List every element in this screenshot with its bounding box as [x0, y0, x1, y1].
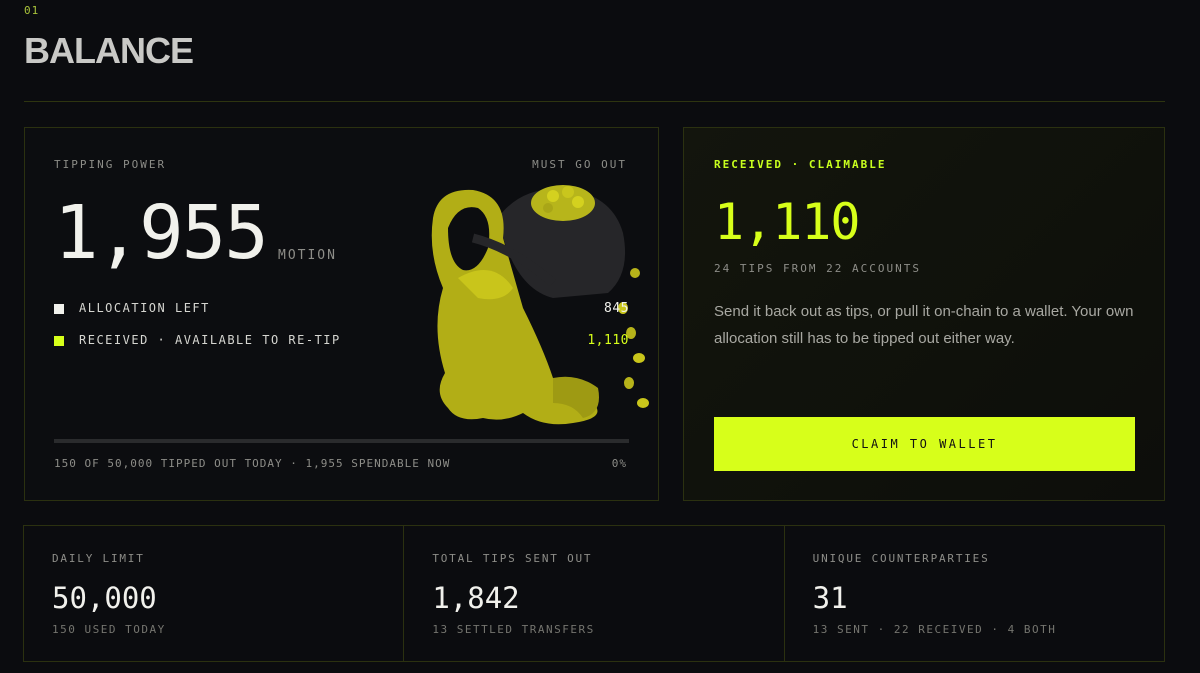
stat-daily-limit: DAILY LIMIT 50,000 150 USED TODAY — [24, 526, 405, 661]
page-title: BALANCE — [24, 30, 194, 71]
title-divider — [24, 101, 1165, 102]
legend-swatch-received — [54, 336, 64, 346]
stat-label: TOTAL TIPS SENT OUT — [432, 552, 593, 565]
received-label: RECEIVED · CLAIMABLE — [714, 158, 887, 171]
stat-sub: 13 SETTLED TRANSFERS — [432, 623, 595, 636]
balance-page: 01 BALANCE TIPPING POWER MUST GO OUT 1,9… — [0, 0, 1200, 673]
received-claimable-card: RECEIVED · CLAIMABLE 1,110 24 TIPS FROM … — [683, 127, 1165, 501]
tipped-out-footer: 150 OF 50,000 TIPPED OUT TODAY · 1,955 S… — [54, 457, 451, 470]
legend-received-value: 1,110 — [587, 333, 629, 348]
legend-allocation-label: ALLOCATION LEFT — [79, 301, 210, 315]
tipping-power-card: TIPPING POWER MUST GO OUT 1,955 MOTION A… — [24, 127, 659, 501]
legend-received-label: RECEIVED · AVAILABLE TO RE-TIP — [79, 333, 341, 347]
stat-value: 50,000 — [52, 581, 157, 615]
received-description: Send it back out as tips, or pull it on-… — [714, 303, 1134, 347]
stat-sub: 150 USED TODAY — [52, 623, 166, 636]
legend-allocation-left: ALLOCATION LEFT 845 — [54, 301, 629, 317]
stat-label: UNIQUE COUNTERPARTIES — [812, 552, 990, 565]
stat-value: 1,842 — [432, 581, 520, 615]
section-number: 01 — [24, 4, 40, 17]
must-go-out-badge: MUST GO OUT — [532, 158, 627, 171]
tipping-power-label: TIPPING POWER — [54, 158, 167, 171]
legend-swatch-allocation — [54, 304, 64, 314]
stat-label: DAILY LIMIT — [52, 552, 145, 565]
stat-unique-counterparties: UNIQUE COUNTERPARTIES 31 13 SENT · 22 RE… — [785, 526, 1164, 661]
daily-progress-bar — [54, 439, 629, 443]
stats-row: DAILY LIMIT 50,000 150 USED TODAY TOTAL … — [23, 525, 1165, 662]
stat-total-tips-sent: TOTAL TIPS SENT OUT 1,842 13 SETTLED TRA… — [404, 526, 785, 661]
received-tips-summary: 24 TIPS FROM 22 ACCOUNTS — [714, 262, 921, 275]
legend-allocation-value: 845 — [604, 301, 629, 316]
tipping-power-amount: 1,955 — [54, 190, 269, 276]
received-amount: 1,110 — [714, 193, 861, 251]
tipping-power-unit: MOTION — [278, 248, 337, 263]
claim-to-wallet-button[interactable]: CLAIM TO WALLET — [714, 417, 1135, 471]
stat-value: 31 — [812, 581, 848, 615]
progress-percent: 0% — [611, 457, 627, 470]
legend-received: RECEIVED · AVAILABLE TO RE-TIP 1,110 — [54, 333, 629, 349]
stat-sub: 13 SENT · 22 RECEIVED · 4 BOTH — [812, 623, 1057, 636]
